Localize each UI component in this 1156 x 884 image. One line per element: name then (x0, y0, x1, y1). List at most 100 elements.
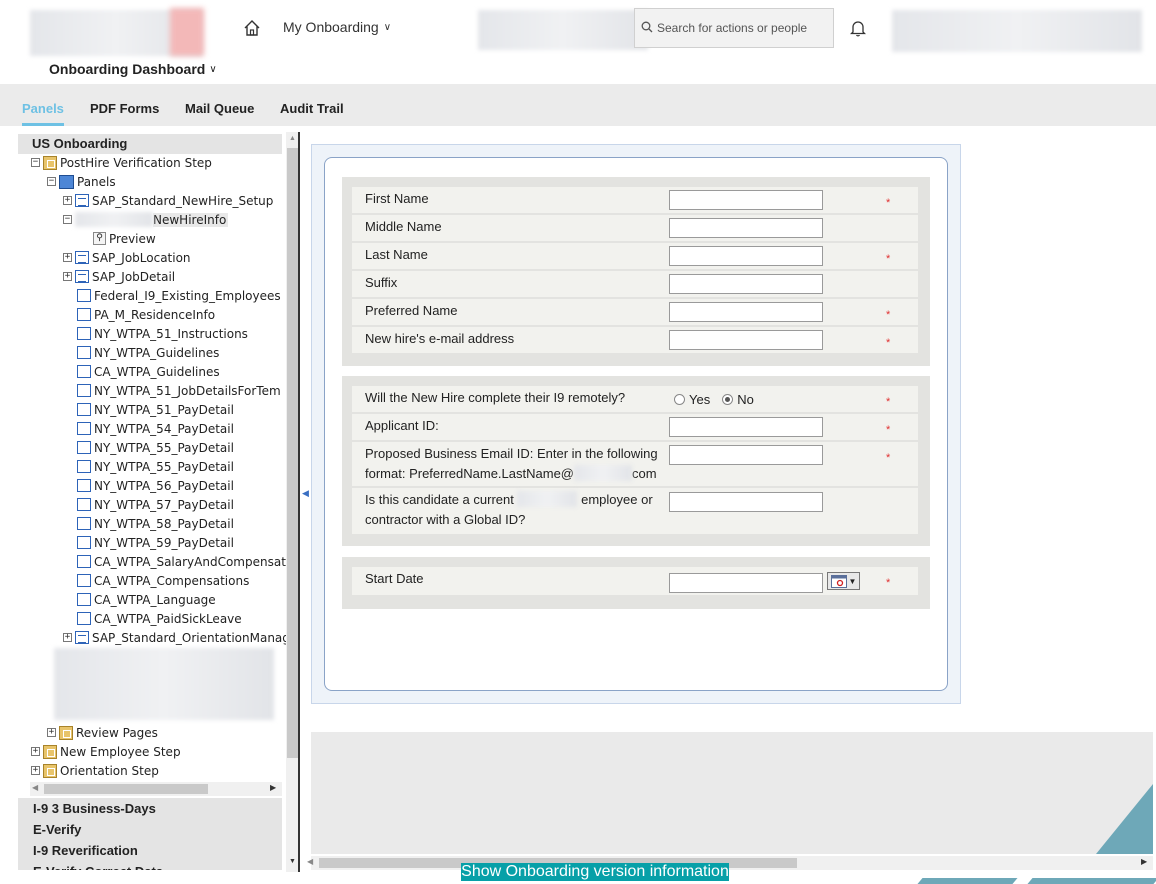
onboarding-dashboard-menu[interactable]: Onboarding Dashboard ∨ (49, 61, 217, 77)
tree-node-item[interactable]: CA_WTPA_SalaryAndCompensat (77, 552, 286, 571)
tree-node-preview[interactable]: ⚲ Preview (93, 229, 156, 248)
tree-node-item[interactable]: CA_WTPA_Language (77, 590, 216, 609)
collapse-icon[interactable]: − (31, 158, 40, 167)
tree-node-item[interactable]: PA_M_ResidenceInfo (77, 305, 215, 324)
user-profile-menu[interactable] (892, 10, 1142, 52)
preferred-name-input[interactable] (669, 302, 823, 322)
folder-icon (43, 155, 57, 170)
tree-label: NY_WTPA_56_PayDetail (94, 478, 234, 493)
suffix-input[interactable] (669, 274, 823, 294)
last-name-label: Last Name (365, 247, 428, 262)
tree-node-panels[interactable]: − Panels (47, 172, 116, 191)
dashboard-title: Onboarding Dashboard (49, 61, 206, 77)
first-name-input[interactable] (669, 190, 823, 210)
scroll-left-icon[interactable]: ◀ (32, 783, 38, 792)
i9-remote-row: Will the New Hire complete their I9 remo… (352, 386, 918, 412)
tree-node-item[interactable]: NY_WTPA_54_PayDetail (77, 419, 234, 438)
tree-label: PostHire Verification Step (60, 155, 212, 170)
expand-icon[interactable]: + (31, 766, 40, 775)
tree-node-item[interactable]: CA_WTPA_Compensations (77, 571, 249, 590)
page-icon (77, 403, 91, 416)
page-icon (77, 498, 91, 511)
folder-icon (59, 725, 73, 740)
page-icon (77, 289, 91, 302)
scroll-left-icon[interactable]: ◀ (307, 857, 313, 866)
yes-radio[interactable] (674, 394, 685, 405)
collapse-pane-icon[interactable]: ◀ (302, 488, 309, 499)
expand-icon[interactable]: + (63, 633, 72, 642)
tree-node-item[interactable]: NY_WTPA_51_PayDetail (77, 400, 234, 419)
tab-mail-queue[interactable]: Mail Queue (185, 84, 254, 126)
form-icon (75, 194, 89, 207)
tree-node-review-pages[interactable]: + Review Pages (47, 723, 158, 742)
tree-node-item[interactable]: NY_WTPA_57_PayDetail (77, 495, 234, 514)
no-radio[interactable] (722, 394, 734, 405)
show-version-info-button[interactable]: Show Onboarding version information (461, 863, 729, 881)
expand-icon[interactable]: + (63, 253, 72, 262)
tree-node-item[interactable]: + SAP_JobLocation (63, 248, 191, 267)
middle-name-input[interactable] (669, 218, 823, 238)
tree-node-item[interactable]: NY_WTPA_51_Instructions (77, 324, 248, 343)
content-horizontal-scrollbar[interactable]: ◀ ▶ (307, 856, 1153, 870)
page-icon (77, 593, 91, 606)
current-employee-input[interactable] (669, 492, 823, 512)
last-name-row: Last Name * (352, 243, 918, 269)
tree-node-item[interactable]: NY_WTPA_Guidelines (77, 343, 219, 362)
section-e-verify-correct-data[interactable]: E-Verify Correct Data (18, 861, 282, 870)
tree-node-item[interactable]: + SAP_JobDetail (63, 267, 175, 286)
tree-node-item[interactable]: CA_WTPA_PaidSickLeave (77, 609, 242, 628)
tree-node-item[interactable]: − NewHireInfo (63, 210, 229, 229)
tab-pdf-forms[interactable]: PDF Forms (90, 84, 159, 126)
proposed-email-format: format: PreferredName.LastName@ com (365, 464, 657, 484)
collapse-icon[interactable]: − (63, 215, 72, 224)
start-date-input[interactable] (669, 573, 823, 593)
tree-label: NY_WTPA_57_PayDetail (94, 497, 234, 512)
applicant-id-row: Applicant ID: * (352, 414, 918, 440)
scroll-right-icon[interactable]: ▶ (1141, 857, 1147, 866)
collapse-icon[interactable]: − (47, 177, 56, 186)
tree-root[interactable]: US Onboarding (18, 134, 282, 154)
tree-node-item[interactable]: NY_WTPA_55_PayDetail (77, 457, 234, 476)
section-i9-business-days[interactable]: I-9 3 Business-Days (18, 798, 282, 819)
email-row: New hire's e-mail address * (352, 327, 918, 353)
expand-icon[interactable]: + (47, 728, 56, 737)
search-field[interactable]: Search for actions or people (634, 8, 834, 48)
tree-node-item[interactable]: NY_WTPA_55_PayDetail (77, 438, 234, 457)
scroll-down-icon[interactable]: ▼ (289, 858, 296, 865)
tree-node-item[interactable]: NY_WTPA_56_PayDetail (77, 476, 234, 495)
last-name-input[interactable] (669, 246, 823, 266)
expand-icon[interactable]: + (63, 196, 72, 205)
scroll-right-icon[interactable]: ▶ (270, 783, 276, 792)
first-name-row: First Name * (352, 187, 918, 213)
tree-node-item[interactable]: Federal_I9_Existing_Employees (77, 286, 281, 305)
email-input[interactable] (669, 330, 823, 350)
tab-audit-trail[interactable]: Audit Trail (280, 84, 344, 126)
page-icon (77, 365, 91, 378)
scroll-thumb[interactable] (44, 784, 208, 794)
scroll-thumb[interactable] (287, 148, 298, 758)
expand-icon[interactable]: + (63, 272, 72, 281)
my-onboarding-menu[interactable]: My Onboarding ∨ (283, 19, 391, 35)
tree-node-item[interactable]: + SAP_Standard_OrientationManag (63, 628, 286, 647)
tree-node-item[interactable]: + SAP_Standard_NewHire_Setup (63, 191, 273, 210)
applicant-id-input[interactable] (669, 417, 823, 437)
panels-icon (59, 174, 74, 189)
scroll-up-icon[interactable]: ▲ (289, 135, 296, 142)
tree-node-item[interactable]: NY_WTPA_51_JobDetailsForTem (77, 381, 281, 400)
calendar-picker-button[interactable]: ▼ (827, 572, 860, 590)
tree-node-item[interactable]: NY_WTPA_58_PayDetail (77, 514, 234, 533)
tree-node-item[interactable]: NY_WTPA_59_PayDetail (77, 533, 234, 552)
tree-node-posthire[interactable]: − PostHire Verification Step (31, 153, 212, 172)
expand-icon[interactable]: + (31, 747, 40, 756)
bell-icon[interactable] (846, 16, 870, 40)
section-i9-reverification[interactable]: I-9 Reverification (18, 840, 282, 861)
section-e-verify[interactable]: E-Verify (18, 819, 282, 840)
tree-node-item[interactable]: CA_WTPA_Guidelines (77, 362, 220, 381)
tree-horizontal-scrollbar[interactable]: ◀ ▶ (30, 782, 282, 796)
home-icon[interactable] (240, 16, 264, 40)
tree-node-orientation[interactable]: + Orientation Step (31, 761, 159, 780)
tree-label: NY_WTPA_51_JobDetailsForTem (94, 383, 281, 398)
proposed-email-input[interactable] (669, 445, 823, 465)
tab-panels[interactable]: Panels (22, 84, 64, 126)
tree-node-new-employee[interactable]: + New Employee Step (31, 742, 181, 761)
